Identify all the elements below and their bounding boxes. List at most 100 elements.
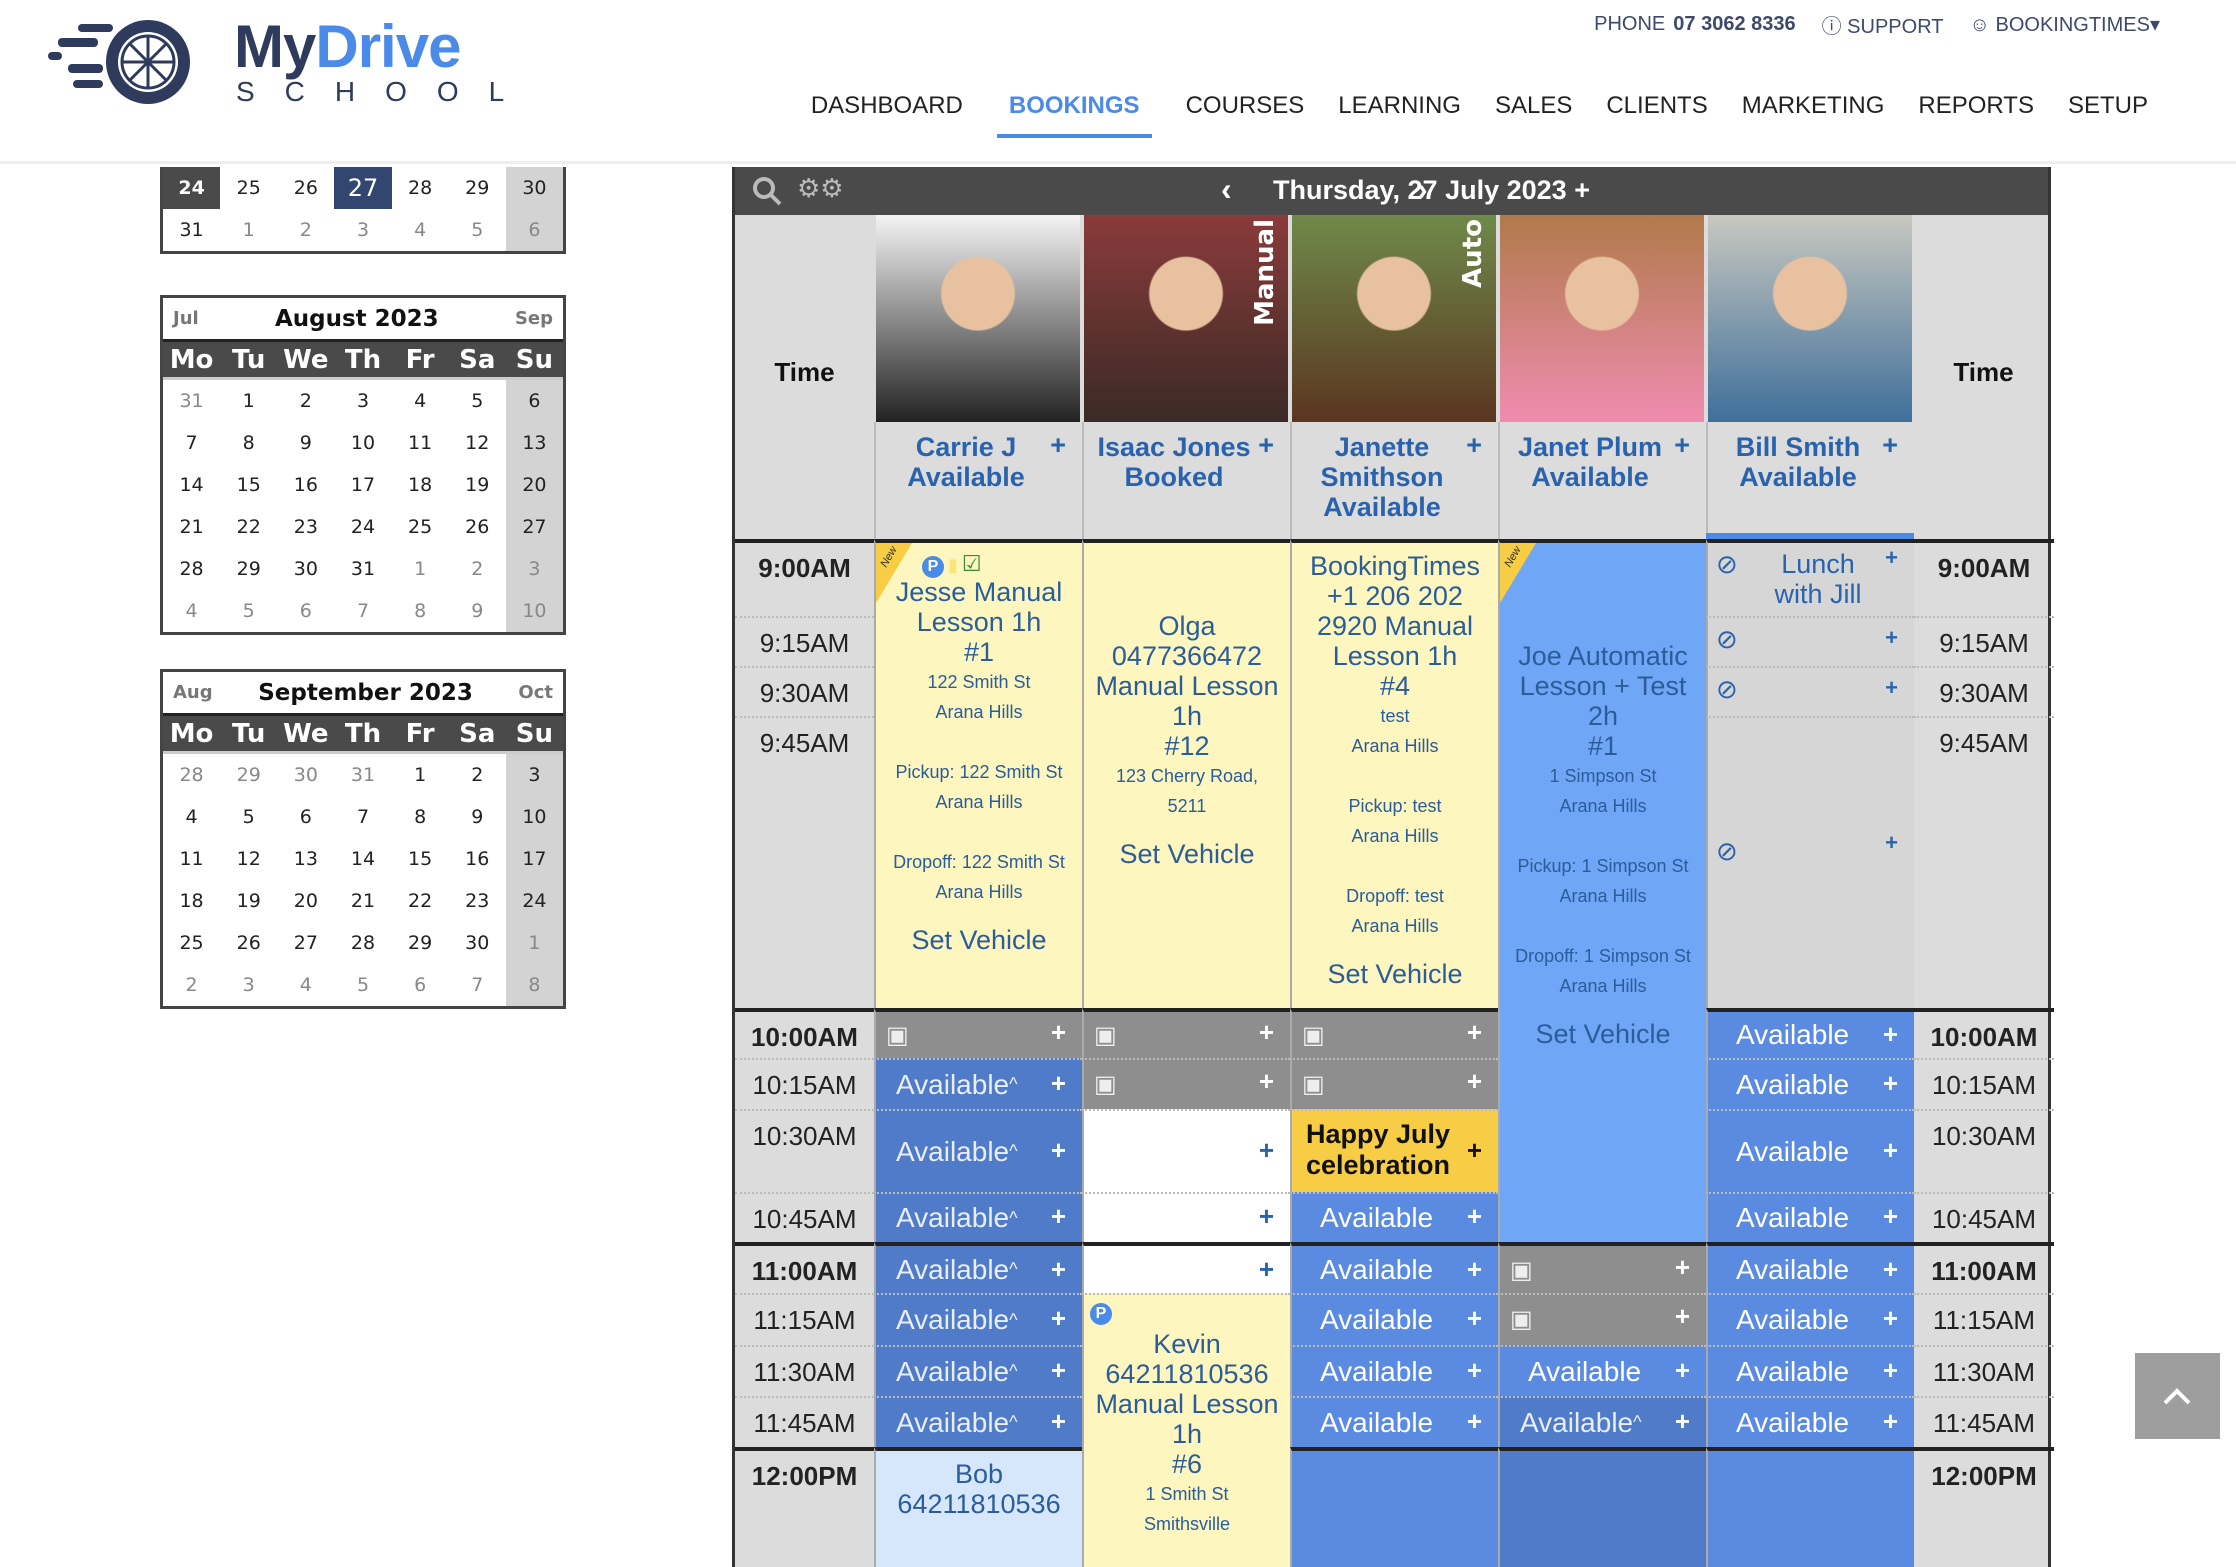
calendar-day[interactable]: 6 — [505, 209, 563, 251]
calendar-day[interactable]: 4 — [392, 380, 449, 422]
calendar-day[interactable]: 22 — [220, 506, 277, 548]
instructor-photo[interactable] — [876, 215, 1080, 422]
calendar-plus-icon[interactable]: ▣ — [1302, 1021, 1325, 1050]
calendar-day[interactable]: 28 — [163, 548, 220, 590]
calendar-day[interactable]: 15 — [220, 464, 277, 506]
calendar-day[interactable]: 28 — [334, 922, 391, 964]
available-slot[interactable]: Available + — [1290, 1242, 1498, 1293]
calendar-day[interactable]: 13 — [505, 422, 563, 464]
calendar-day[interactable]: 25 — [163, 922, 220, 964]
nav-reports[interactable]: REPORTS — [1918, 92, 2034, 138]
prev-month-link[interactable]: Jul — [173, 308, 199, 329]
calendar-day[interactable]: 8 — [392, 796, 449, 838]
add-plus-button[interactable]: + — [1051, 1406, 1066, 1437]
nav-sales[interactable]: SALES — [1495, 92, 1572, 138]
calendar-day[interactable]: 30 — [449, 922, 506, 964]
instructor-name-card[interactable]: Carrie J Available + — [874, 422, 1082, 539]
nav-marketing[interactable]: MARKETING — [1742, 92, 1885, 138]
calendar-day[interactable]: 2 — [277, 209, 334, 251]
add-plus-button[interactable]: + — [1467, 1355, 1482, 1386]
booking-slot[interactable]: Olga 0477366472 Manual Lesson 1h #12 123 Che… — [1082, 539, 1290, 1008]
calendar-day[interactable]: 16 — [277, 464, 334, 506]
add-plus-button[interactable]: + — [1467, 1201, 1482, 1232]
calendar-day[interactable]: 24 — [505, 880, 563, 922]
booking-slot[interactable]: BookingTimes +1 206 202 2920 Manual Less… — [1290, 539, 1498, 1008]
calendar-day[interactable]: 9 — [277, 422, 334, 464]
checkbox-icon[interactable]: ☑ — [962, 551, 982, 576]
booking-slot[interactable]: New P ▮ ☑ Jesse Manual Lesson 1h #1 122 Smith … — [874, 539, 1082, 1008]
unavailable-slot[interactable]: ▣ + — [1082, 1008, 1290, 1058]
add-plus-button[interactable]: + — [1467, 1017, 1482, 1048]
available-alt-slot[interactable]: Available ^ + — [874, 1293, 1082, 1345]
break-slot[interactable]: ⊘ Lunch with Jill + — [1706, 539, 1914, 616]
calendar-day[interactable]: 15 — [392, 838, 449, 880]
available-alt-slot[interactable]: Available ^ + — [874, 1192, 1082, 1242]
calendar-day[interactable]: 7 — [334, 590, 391, 632]
calendar-day[interactable]: 18 — [163, 880, 220, 922]
next-month-link[interactable]: Sep — [515, 308, 553, 329]
add-plus-button[interactable]: + — [1467, 1303, 1482, 1334]
calendar-day[interactable]: 1 — [392, 754, 449, 796]
add-plus-button[interactable]: + — [1885, 545, 1898, 571]
available-slot[interactable]: Available + — [1498, 1345, 1706, 1396]
calendar-day[interactable]: 4 — [163, 796, 220, 838]
calendar-day[interactable]: 29 — [449, 167, 506, 209]
calendar-day[interactable]: 22 — [392, 880, 449, 922]
calendar-day[interactable]: 31 — [163, 380, 220, 422]
unavailable-slot[interactable]: ▣ + — [1290, 1058, 1498, 1109]
set-vehicle-link[interactable]: Set Vehicle — [1090, 839, 1284, 870]
calendar-plus-icon[interactable]: ▣ — [1094, 1070, 1117, 1099]
calendar-day[interactable]: 5 — [220, 796, 277, 838]
calendar-day[interactable]: 7 — [449, 964, 506, 1006]
set-vehicle-link[interactable]: Set Vehicle — [1298, 959, 1492, 990]
calendar-day[interactable]: 6 — [505, 380, 563, 422]
calendar-day[interactable]: 1 — [220, 209, 277, 251]
calendar-day[interactable]: 27 — [505, 506, 563, 548]
add-plus-button[interactable]: + — [1675, 1301, 1690, 1332]
support-link[interactable]: ⓘ SUPPORT — [1822, 10, 1944, 39]
eye-off-icon[interactable]: ⊘ — [1716, 549, 1738, 580]
calendar-day[interactable]: 14 — [163, 464, 220, 506]
break-slot[interactable]: ⊘ + — [1706, 666, 1914, 716]
add-booking-plus[interactable]: + — [1674, 430, 1690, 460]
eye-off-icon[interactable]: ⊘ — [1716, 624, 1738, 655]
calendar-day[interactable]: 9 — [449, 796, 506, 838]
calendar-day[interactable]: 26 — [277, 167, 334, 209]
calendar-day[interactable]: 7 — [163, 422, 220, 464]
add-plus-button[interactable]: + — [1883, 1201, 1898, 1232]
calendar-day[interactable]: 6 — [392, 964, 449, 1006]
available-slot[interactable]: Available + — [1290, 1396, 1498, 1447]
set-vehicle-link[interactable]: Set Vehicle — [882, 925, 1076, 956]
prev-month-link[interactable]: Aug — [173, 682, 213, 703]
calendar-day[interactable]: 13 — [277, 838, 334, 880]
calendar-day[interactable]: 18 — [392, 464, 449, 506]
calendar-day[interactable]: 21 — [334, 880, 391, 922]
calendar-day[interactable]: 12 — [449, 422, 506, 464]
available-slot[interactable]: Available + — [1706, 1242, 1914, 1293]
nav-learning[interactable]: LEARNING — [1338, 92, 1461, 138]
logo[interactable]: MyDrive SCHOOL — [48, 13, 518, 114]
calendar-day[interactable]: 4 — [392, 209, 449, 251]
add-booking-plus[interactable]: + — [1466, 430, 1482, 460]
event-slot[interactable]: Happy July celebration + — [1290, 1109, 1498, 1192]
calendar-day[interactable]: 11 — [392, 422, 449, 464]
add-plus-button[interactable]: + — [1885, 830, 1898, 856]
unavailable-slot[interactable]: ▣ + — [1498, 1242, 1706, 1293]
eye-off-icon[interactable]: ⊘ — [1716, 836, 1738, 867]
free-slot[interactable]: + — [1082, 1109, 1290, 1192]
calendar-day[interactable]: 26 — [220, 922, 277, 964]
add-plus-button[interactable]: + — [1467, 1254, 1482, 1285]
instructor-photo[interactable] — [1708, 215, 1912, 422]
calendar-day[interactable]: 3 — [505, 548, 563, 590]
available-alt-slot[interactable]: Available ^ + — [874, 1058, 1082, 1109]
calendar-day[interactable]: 14 — [334, 838, 391, 880]
unavailable-slot[interactable]: ▣ + — [1082, 1058, 1290, 1109]
add-plus-button[interactable]: + — [1259, 1017, 1274, 1048]
available-alt-slot[interactable]: Available ^ + — [1498, 1396, 1706, 1447]
add-booking-plus[interactable]: + — [1882, 430, 1898, 460]
add-plus-button[interactable]: + — [1883, 1135, 1898, 1166]
add-plus-button[interactable]: + — [1259, 1066, 1274, 1097]
calendar-day[interactable]: 5 — [449, 209, 506, 251]
add-plus-button[interactable]: + — [1051, 1068, 1066, 1099]
calendar-day[interactable]: 21 — [163, 506, 220, 548]
